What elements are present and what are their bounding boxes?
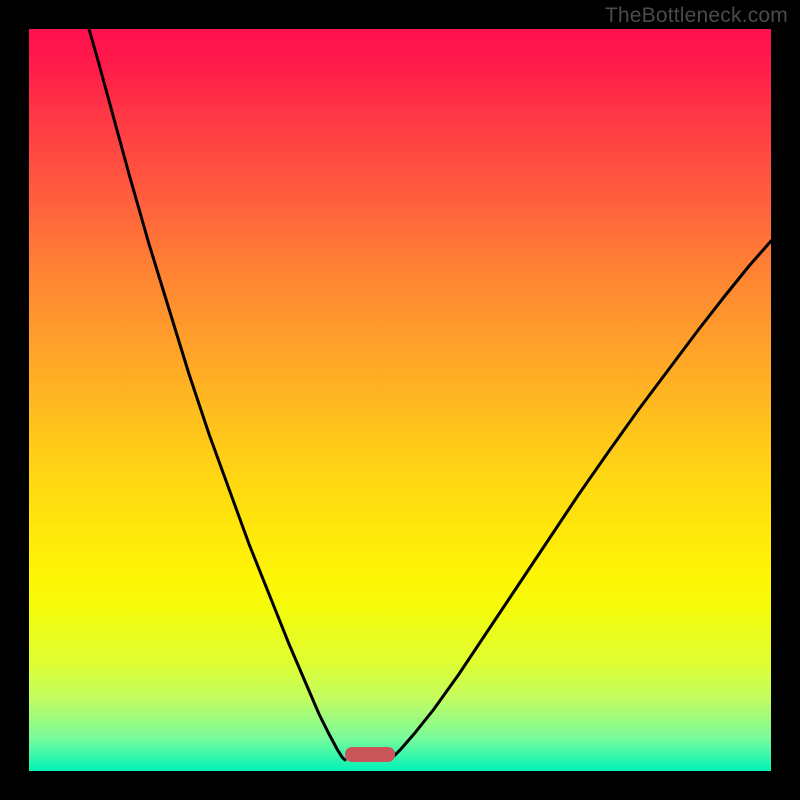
chart-curves-svg xyxy=(29,29,771,771)
bottleneck-marker xyxy=(345,747,395,762)
chart-area xyxy=(29,29,771,771)
left-curve-path xyxy=(89,29,345,760)
right-curve-path xyxy=(389,241,771,760)
watermark-text: TheBottleneck.com xyxy=(605,4,788,28)
